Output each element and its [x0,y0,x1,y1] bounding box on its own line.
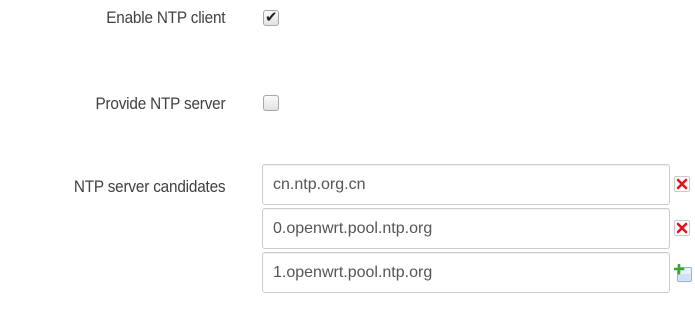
ntp-server-input-3[interactable] [262,252,670,293]
add-icon [674,264,692,282]
ntp-server-input-1[interactable] [262,164,670,205]
ntp-settings-form: Enable NTP client ✔ Provide NTP server N… [0,0,695,333]
checkmark-icon: ✔ [265,8,278,26]
remove-server-2-button[interactable] [674,220,692,238]
ntp-server-input-2[interactable] [262,208,670,249]
provide-ntp-server-checkbox[interactable] [263,95,279,111]
ntp-server-candidates-label: NTP server candidates [73,177,225,196]
remove-server-1-button[interactable] [674,176,692,194]
ntp-server-candidates-row: NTP server candidates [0,160,695,333]
provide-ntp-server-label: Provide NTP server [95,94,225,113]
add-server-button[interactable] [674,264,692,282]
enable-ntp-client-checkbox[interactable]: ✔ [263,8,279,26]
provide-ntp-server-row: Provide NTP server [0,85,695,125]
remove-icon [674,176,690,192]
remove-icon [674,220,690,236]
enable-ntp-client-label: Enable NTP client [105,8,225,27]
enable-ntp-client-row: Enable NTP client ✔ [0,0,695,40]
